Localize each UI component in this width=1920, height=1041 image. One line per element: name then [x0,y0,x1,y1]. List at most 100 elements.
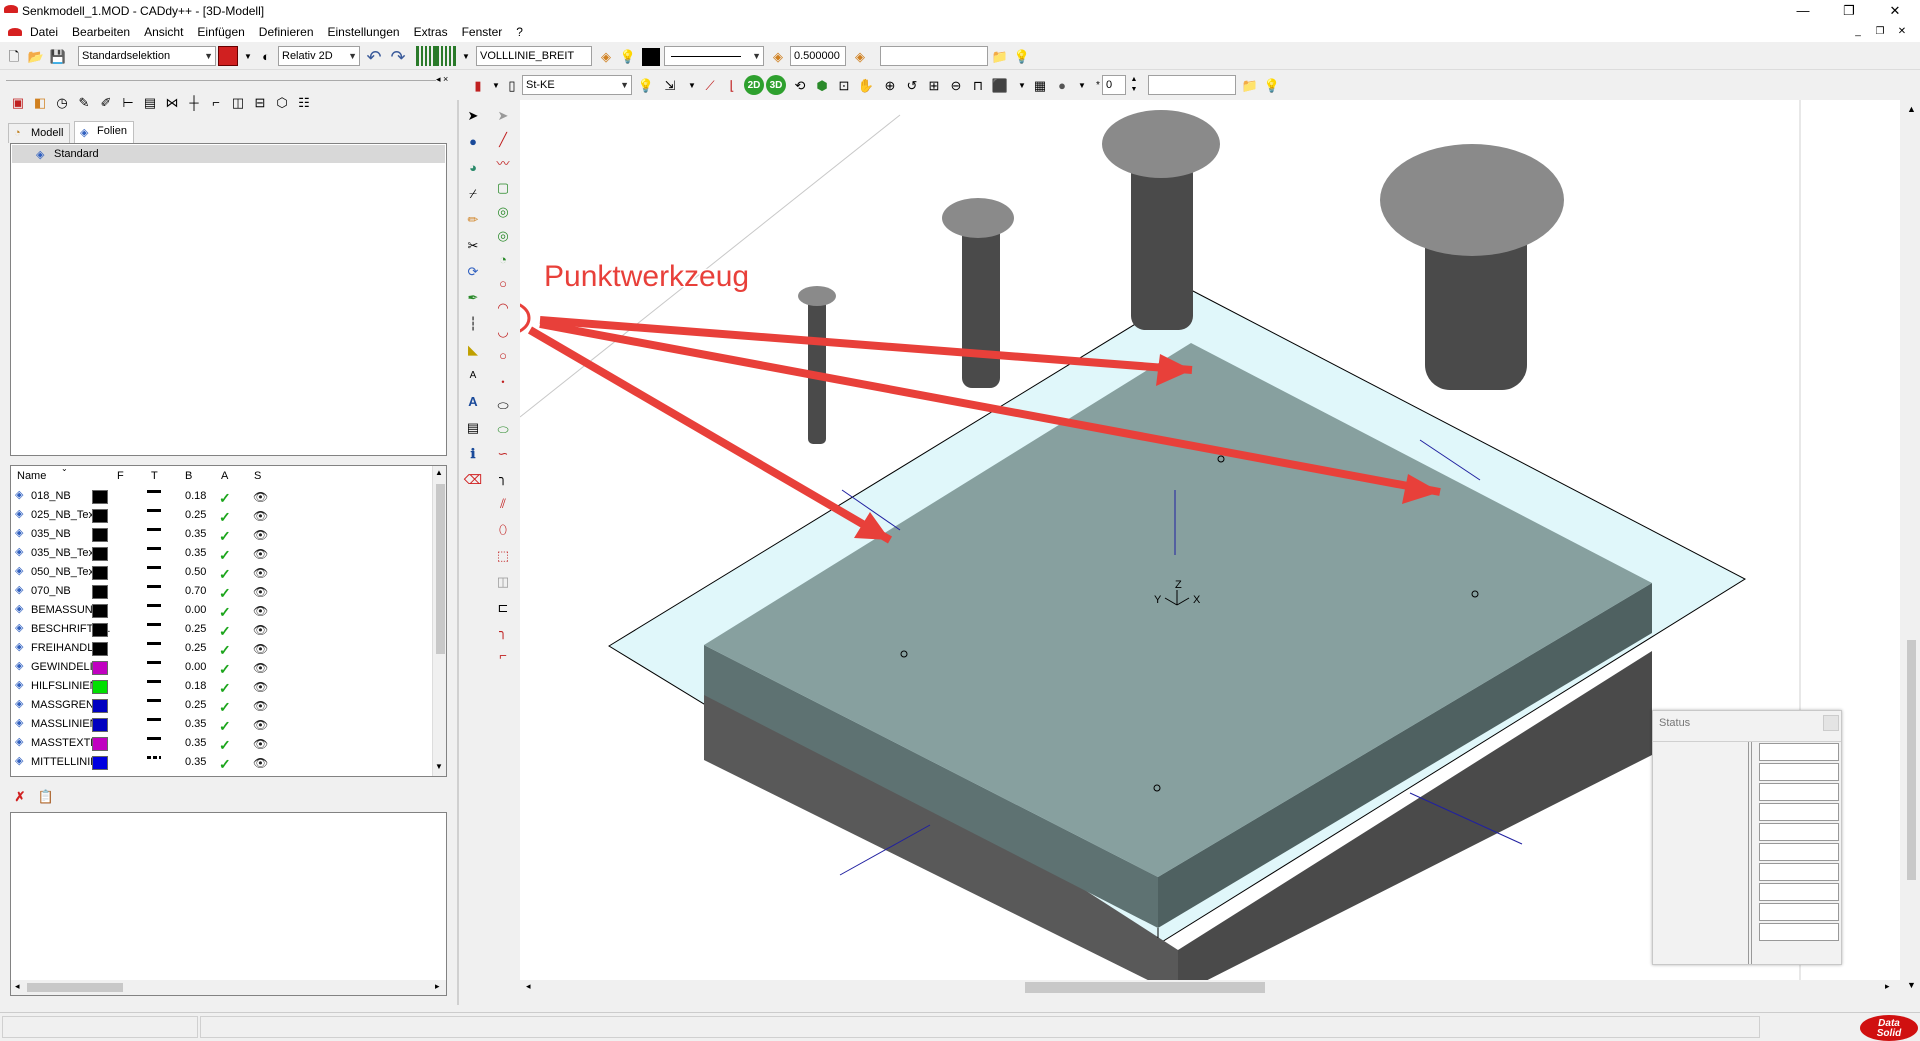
layer-active-check-icon[interactable]: ✓ [219,509,231,526]
layer-width[interactable]: 0.70 [185,585,206,597]
layer-row[interactable]: ◈ 070_NB 0.70 ✓ 👁 [11,582,431,601]
layer-linetype-icon[interactable] [147,509,161,512]
view-layer-icon[interactable]: 📁 [1240,75,1260,95]
scroll-up-icon[interactable]: ▲ [435,468,443,477]
layer-visible-eye-icon[interactable]: 👁 [253,566,268,580]
layer-active-check-icon[interactable]: ✓ [219,547,231,564]
layer-color-swatch[interactable] [92,718,108,732]
menu-item[interactable]: Extras [414,25,448,39]
properties-hscrollbar[interactable]: ◂ ▸ [11,980,446,995]
iso-view-icon[interactable]: ⬢ [812,75,832,95]
save-icon[interactable]: 💾 [48,46,68,66]
select-arrow-icon[interactable]: ➤ [463,106,483,126]
layer-active-check-icon[interactable]: ✓ [219,680,231,697]
brush-tool-icon[interactable]: ✏ [463,210,483,230]
zoom-window-icon[interactable]: ⊡ [834,75,854,95]
line-width-field[interactable]: 0.500000 [790,46,846,66]
layer-visible-eye-icon[interactable]: 👁 [253,528,268,542]
col-t-header[interactable]: T [151,470,158,482]
layer-color-swatch[interactable] [92,585,108,599]
layer-row[interactable]: ◈ 050_NB_Text 0.50 ✓ 👁 [11,563,431,582]
layer-linetype-icon[interactable] [147,680,161,683]
zoom-in-icon[interactable]: ⊕ [880,75,900,95]
panel-splitter[interactable] [457,100,459,1005]
layer-visible-eye-icon[interactable]: 👁 [253,623,268,637]
viewport-scroll-down-icon[interactable]: ▼ [1907,980,1916,990]
hatch-icon[interactable]: ▤ [140,92,160,112]
layer-color-swatch[interactable] [92,566,108,580]
layer-width[interactable]: 0.35 [185,528,206,540]
coord-mode-select[interactable]: Relativ 2D ▼ [278,46,360,66]
eraser-icon[interactable]: ⌫ [463,470,483,490]
new-file-icon[interactable]: 🗋 [4,46,24,66]
scroll-down-icon[interactable]: ▼ [435,762,443,771]
layer-active-check-icon[interactable]: ✓ [219,642,231,659]
status-field[interactable] [1759,803,1839,821]
layer-width[interactable]: 0.35 [185,718,206,730]
refresh-tool-icon[interactable]: ⟳ [463,262,483,282]
close-button[interactable]: ✕ [1872,0,1918,22]
scroll-thumb[interactable] [436,484,445,654]
layer-color-swatch[interactable] [92,604,108,618]
open-folder-icon[interactable]: 📂 [26,46,46,66]
layer-width[interactable]: 0.50 [185,566,206,578]
view-3d-button[interactable]: 3D [766,75,786,95]
layer-color-swatch[interactable] [92,680,108,694]
dashed-tool-icon[interactable]: ┆ [463,314,483,334]
viewport-scroll-left-icon[interactable]: ◂ [526,981,531,992]
status-close-button[interactable] [1823,715,1839,731]
layer-active-check-icon[interactable]: ✓ [219,490,231,507]
zoom-previous-icon[interactable]: ↺ [902,75,922,95]
layer-width[interactable]: 0.25 [185,623,206,635]
lightbulb-icon[interactable]: 💡 [618,46,638,66]
menu-item[interactable]: Bearbeiten [72,25,130,39]
menu-item[interactable]: Datei [30,25,58,39]
redo-icon[interactable]: ↷ [388,46,408,67]
grid-icon[interactable] [416,46,436,66]
pencil-icon[interactable]: ✎ [74,92,94,112]
layer-visible-eye-icon[interactable]: 👁 [253,699,268,713]
layer-linetype-icon[interactable] [147,547,161,550]
pen-tool-icon[interactable]: ✒ [463,288,483,308]
layer-row[interactable]: ◈ 018_NB 0.18 ✓ 👁 [11,487,431,506]
select-frame-icon[interactable] [218,46,238,66]
layer-active-check-icon[interactable]: ✓ [219,718,231,735]
mdi-restore-button[interactable]: ❐ [1870,22,1890,42]
list-icon[interactable]: ☷ [294,92,314,112]
number-spinner[interactable]: ▲ ▼ [1128,75,1140,95]
circle-tangent-icon[interactable]: ◔ [493,250,513,270]
layer-color-swatch[interactable] [92,661,108,675]
text-size-icon[interactable]: A [463,366,483,386]
section-icon[interactable]: ⊓ [968,75,988,95]
layer-display-icon[interactable]: ▣ [8,92,28,112]
menu-item[interactable]: Definieren [259,25,314,39]
layer-color-swatch[interactable] [92,737,108,751]
layer-active-check-icon[interactable]: ✓ [219,699,231,716]
edge-e-icon[interactable]: ⌊ [722,75,742,95]
layer-linetype-icon[interactable] [147,718,161,721]
layer-row[interactable]: ◈ HILFSLINIEN 0.18 ✓ 👁 [11,677,431,696]
layer-active-check-icon[interactable]: ✓ [219,756,231,773]
tab-layers[interactable]: ◈ Folien [74,121,134,143]
dimension-icon[interactable]: ⊢ [118,92,138,112]
layer-row[interactable]: ◈ GEWINDELI... 0.00 ✓ 👁 [11,658,431,677]
layer-manager-icon[interactable]: 📁 [990,46,1010,66]
layer-visible-eye-icon[interactable]: 👁 [253,680,268,694]
layer-stack-icon[interactable]: ◈ [596,46,616,66]
layer-active-check-icon[interactable]: ✓ [219,604,231,621]
layer-width[interactable]: 0.35 [185,547,206,559]
circle-center-icon[interactable]: ◎ [493,202,513,222]
mdi-close-button[interactable]: ✕ [1892,22,1912,42]
layer-row[interactable]: ◈ FREIHANDLI... 0.25 ✓ 👁 [11,639,431,658]
number-field[interactable]: 0 [1102,75,1126,95]
fillet-tool-icon[interactable]: ╮ [493,468,513,488]
layer-icon[interactable]: ◈ [850,46,870,66]
restore-button[interactable]: ❐ [1826,0,1872,22]
parallel-tool-icon[interactable]: ⫽ [493,494,513,514]
layer-visible-eye-icon[interactable]: 👁 [253,718,268,732]
document-icon[interactable] [8,28,22,36]
zoom-out-icon[interactable]: ⊖ [946,75,966,95]
shaded-icon[interactable]: ⬛ [990,75,1010,95]
status-field[interactable] [1759,743,1839,761]
layer-linetype-icon[interactable] [147,585,161,588]
